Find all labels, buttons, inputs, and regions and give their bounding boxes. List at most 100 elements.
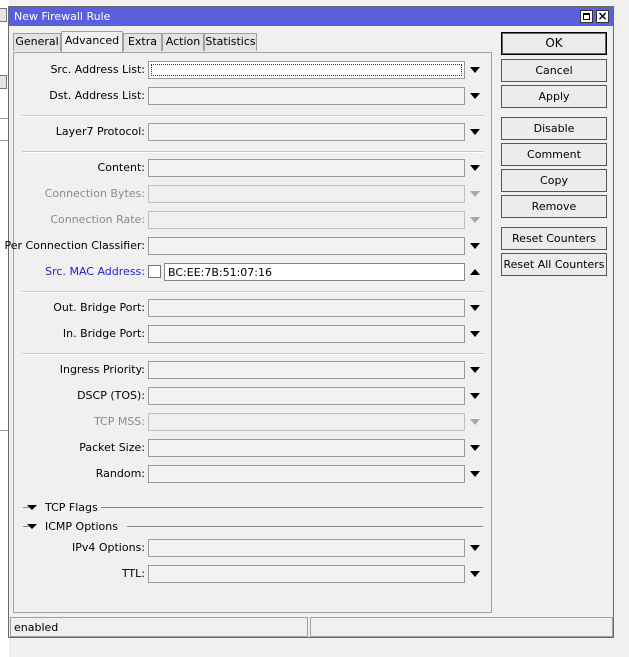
connection-rate-label: Connection Rate: <box>50 213 145 226</box>
src-mac-address-field[interactable]: BC:EE:7B:51:07:16 <box>164 263 465 281</box>
dropdown-arrow-icon <box>470 217 480 223</box>
reset-all-counters-button[interactable]: Reset All Counters <box>501 253 607 276</box>
separator <box>22 115 484 117</box>
tab-action[interactable]: Action <box>162 33 204 51</box>
ttl-label: TTL: <box>121 567 145 580</box>
background-divider <box>0 140 8 141</box>
per-connection-classifier-field[interactable] <box>148 237 465 255</box>
dropdown-arrow-icon <box>470 191 480 197</box>
collapse-arrow-icon[interactable] <box>470 269 480 275</box>
content-label: Content: <box>97 161 145 174</box>
dropdown-arrow-icon[interactable] <box>470 93 480 99</box>
dropdown-arrow-icon[interactable] <box>470 471 480 477</box>
ipv4-options-field[interactable] <box>148 539 465 557</box>
dst-address-list-row: Dst. Address List: <box>14 87 491 105</box>
layer7-protocol-label: Layer7 Protocol: <box>55 125 145 138</box>
ipv4-options-row: IPv4 Options: <box>14 539 491 557</box>
apply-button[interactable]: Apply <box>501 85 607 108</box>
advanced-panel: Src. Address List: Dst. Address List: La… <box>5 52 492 613</box>
tcp-mss-row: TCP MSS: <box>14 413 491 431</box>
disable-button[interactable]: Disable <box>501 117 607 140</box>
status-bar: enabled <box>10 617 613 637</box>
dropdown-arrow-icon[interactable] <box>470 445 480 451</box>
remove-button[interactable]: Remove <box>501 195 607 218</box>
tcp-flags-section-toggle[interactable]: TCP Flags <box>23 501 483 515</box>
packet-size-row: Packet Size: <box>14 439 491 457</box>
status-state: enabled <box>14 621 59 634</box>
dropdown-arrow-icon[interactable] <box>470 393 480 399</box>
background-button-stub <box>0 8 7 22</box>
expand-triangle-icon <box>27 505 37 510</box>
in-bridge-port-field[interactable] <box>148 325 465 343</box>
reset-counters-button[interactable]: Reset Counters <box>501 227 607 250</box>
per-connection-classifier-label: Per Connection Classifier: <box>4 239 146 252</box>
title-bar[interactable]: New Firewall Rule × <box>9 7 613 26</box>
icmp-options-section-toggle[interactable]: ICMP Options <box>23 520 483 534</box>
ok-button[interactable]: OK <box>501 32 607 55</box>
dropdown-arrow-icon[interactable] <box>470 545 480 551</box>
dropdown-arrow-icon[interactable] <box>470 367 480 373</box>
firewall-rule-dialog: New Firewall Rule × General Advanced Ext… <box>5 6 614 638</box>
dscp-tos-field[interactable] <box>148 387 465 405</box>
tcp-flags-section-label: TCP Flags <box>45 501 98 514</box>
dropdown-arrow-icon[interactable] <box>470 243 480 249</box>
dropdown-arrow-icon[interactable] <box>470 165 480 171</box>
dropdown-arrow-icon[interactable] <box>470 67 480 73</box>
dst-address-list-field[interactable] <box>148 87 465 105</box>
ttl-row: TTL: <box>14 565 491 583</box>
comment-button[interactable]: Comment <box>501 143 607 166</box>
in-bridge-port-row: In. Bridge Port: <box>14 325 491 343</box>
status-state-cell: enabled <box>10 617 308 637</box>
src-mac-address-row: Src. MAC Address: BC:EE:7B:51:07:16 <box>14 263 491 281</box>
dropdown-arrow-icon[interactable] <box>470 331 480 337</box>
cancel-button[interactable]: Cancel <box>501 59 607 82</box>
layer7-protocol-field[interactable] <box>148 123 465 141</box>
ingress-priority-label: Ingress Priority: <box>59 363 145 376</box>
tab-statistics[interactable]: Statistics <box>204 33 257 51</box>
tab-extra[interactable]: Extra <box>123 33 162 51</box>
section-rule <box>101 507 483 508</box>
ttl-field[interactable] <box>148 565 465 583</box>
out-bridge-port-row: Out. Bridge Port: <box>14 299 491 317</box>
connection-rate-field <box>148 211 465 229</box>
dropdown-arrow-icon[interactable] <box>470 129 480 135</box>
tcp-mss-field <box>148 413 465 431</box>
random-field[interactable] <box>148 465 465 483</box>
expand-triangle-icon <box>27 524 37 529</box>
separator <box>22 353 484 355</box>
src-mac-negate-checkbox[interactable] <box>148 265 161 278</box>
window-title: New Firewall Rule <box>14 10 111 23</box>
src-address-list-field[interactable] <box>148 61 465 79</box>
background-divider <box>0 430 8 431</box>
connection-bytes-row: Connection Bytes: <box>14 185 491 203</box>
background-divider <box>0 118 8 119</box>
separator <box>22 151 484 153</box>
dropdown-arrow-icon[interactable] <box>470 571 480 577</box>
tab-advanced[interactable]: Advanced <box>61 31 123 52</box>
out-bridge-port-field[interactable] <box>148 299 465 317</box>
copy-button[interactable]: Copy <box>501 169 607 192</box>
ipv4-options-label: IPv4 Options: <box>71 541 145 554</box>
in-bridge-port-label: In. Bridge Port: <box>62 327 145 340</box>
section-rule <box>127 526 483 527</box>
ingress-priority-row: Ingress Priority: <box>14 361 491 379</box>
restore-icon[interactable] <box>580 10 593 23</box>
background-button-stub <box>0 75 7 89</box>
connection-rate-row: Connection Rate: <box>14 211 491 229</box>
dscp-tos-row: DSCP (TOS): <box>14 387 491 405</box>
content-field[interactable] <box>148 159 465 177</box>
packet-size-label: Packet Size: <box>79 441 145 454</box>
tab-general[interactable]: General <box>13 33 61 51</box>
layer7-protocol-row: Layer7 Protocol: <box>14 123 491 141</box>
random-row: Random: <box>14 465 491 483</box>
src-address-list-row: Src. Address List: <box>14 61 491 79</box>
src-mac-address-label: Src. MAC Address: <box>45 265 145 278</box>
random-label: Random: <box>95 467 145 480</box>
dst-address-list-label: Dst. Address List: <box>49 89 145 102</box>
ingress-priority-field[interactable] <box>148 361 465 379</box>
status-extra-cell <box>310 617 613 637</box>
packet-size-field[interactable] <box>148 439 465 457</box>
dropdown-arrow-icon <box>470 419 480 425</box>
close-icon[interactable]: × <box>596 10 609 23</box>
dropdown-arrow-icon[interactable] <box>470 305 480 311</box>
